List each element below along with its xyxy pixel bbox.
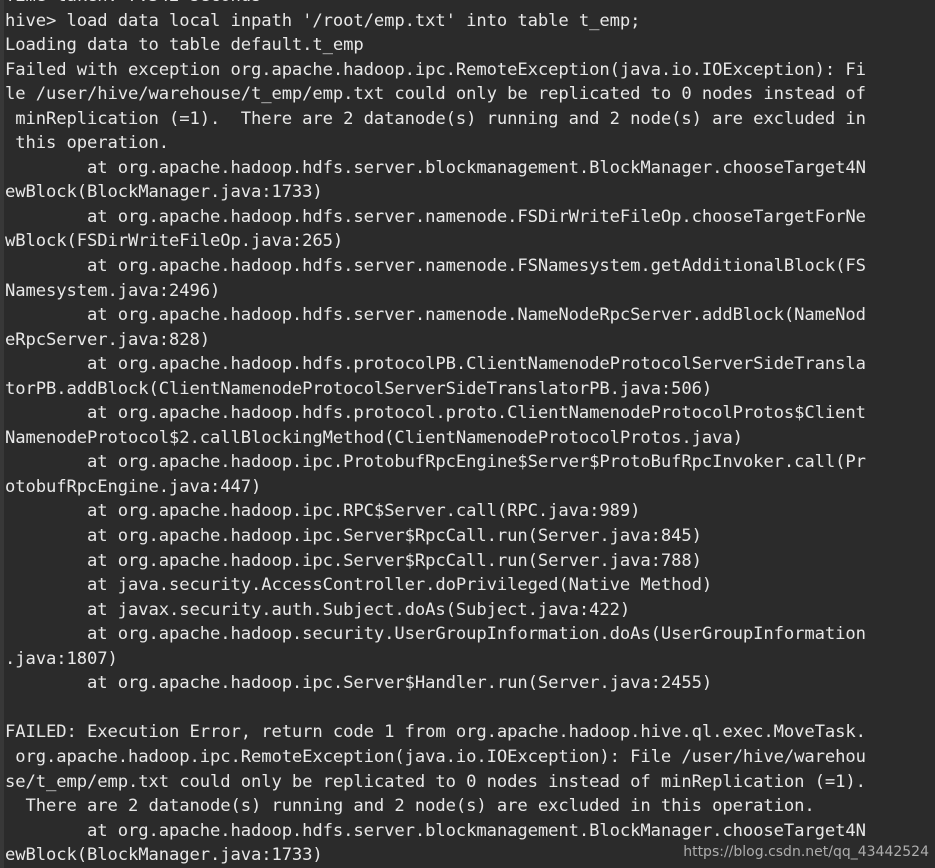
terminal-scrollbar-thumb[interactable]	[0, 0, 4, 868]
terminal-line: at javax.security.auth.Subject.doAs(Subj…	[5, 599, 631, 620]
terminal-line: wBlock(FSDirWriteFileOp.java:265)	[5, 231, 344, 252]
terminal-line: at org.apache.hadoop.ipc.RPC$Server.call…	[5, 501, 641, 522]
terminal-line: at org.apache.hadoop.security.UserGroupI…	[5, 624, 866, 645]
terminal-line: this operation.	[5, 133, 169, 154]
terminal-line: eRpcServer.java:828)	[5, 329, 210, 350]
terminal-line: Failed with exception org.apache.hadoop.…	[5, 59, 866, 80]
terminal-line: org.apache.hadoop.ipc.RemoteException(ja…	[5, 746, 866, 767]
watermark-url: https://blog.csdn.net/qq_43442524	[683, 844, 929, 860]
terminal-line: Namesystem.java:2496)	[5, 280, 221, 301]
terminal-window[interactable]: Time taken: 7.342 secondshive> load data…	[0, 0, 935, 868]
terminal-line: at java.security.AccessController.doPriv…	[5, 575, 713, 596]
terminal-line: ewBlock(BlockManager.java:1733)	[5, 182, 323, 203]
terminal-line: at org.apache.hadoop.hdfs.server.namenod…	[5, 256, 866, 277]
terminal-line: at org.apache.hadoop.ipc.ProtobufRpcEngi…	[5, 452, 866, 473]
terminal-line: There are 2 datanode(s) running and 2 no…	[5, 796, 815, 817]
terminal-line: at org.apache.hadoop.hdfs.protocol.proto…	[5, 403, 866, 424]
terminal-line: at org.apache.hadoop.ipc.Server$RpcCall.…	[5, 550, 702, 571]
terminal-line: torPB.addBlock(ClientNamenodeProtocolSer…	[5, 378, 713, 399]
terminal-line: .java:1807)	[5, 648, 118, 669]
terminal-line: le /user/hive/warehouse/t_emp/emp.txt co…	[5, 84, 866, 105]
terminal-line: at org.apache.hadoop.hdfs.protocolPB.Cli…	[5, 354, 866, 375]
terminal-line: at org.apache.hadoop.hdfs.server.blockma…	[5, 820, 866, 841]
terminal-line: at org.apache.hadoop.ipc.Server$RpcCall.…	[5, 526, 702, 547]
terminal-output[interactable]: Time taken: 7.342 secondshive> load data…	[0, 0, 935, 868]
terminal-line: at org.apache.hadoop.hdfs.server.namenod…	[5, 305, 866, 326]
terminal-line: at org.apache.hadoop.hdfs.server.namenod…	[5, 206, 866, 227]
terminal-line: Time taken: 7.342 seconds	[5, 0, 935, 9]
terminal-line: NamenodeProtocol$2.callBlockingMethod(Cl…	[5, 427, 743, 448]
terminal-line: Loading data to table default.t_emp	[5, 35, 364, 56]
terminal-scrollbar[interactable]	[0, 0, 4, 868]
terminal-line: minReplication (=1). There are 2 datanod…	[5, 108, 866, 129]
terminal-line: se/t_emp/emp.txt could only be replicate…	[5, 771, 866, 792]
terminal-line: otobufRpcEngine.java:447)	[5, 476, 262, 497]
terminal-line: at org.apache.hadoop.hdfs.server.blockma…	[5, 157, 866, 178]
terminal-line: FAILED: Execution Error, return code 1 f…	[5, 722, 866, 743]
terminal-line: at org.apache.hadoop.ipc.Server$Handler.…	[5, 673, 713, 694]
terminal-line: hive> load data local inpath '/root/emp.…	[5, 10, 641, 31]
